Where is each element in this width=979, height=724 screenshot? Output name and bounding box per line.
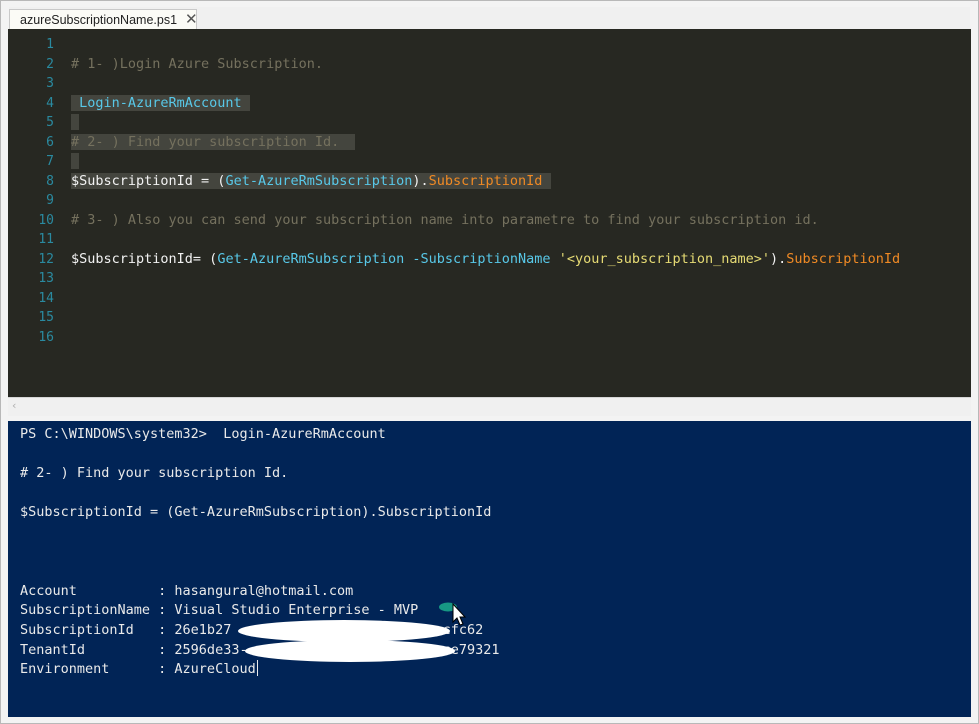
code-line[interactable] [71, 289, 971, 309]
code-line[interactable]: # 1- )Login Azure Subscription. [71, 55, 971, 75]
code-line[interactable] [71, 74, 971, 94]
code-token-comment: # 3- ) Also you can send your subscripti… [71, 211, 819, 228]
line-number: 3 [46, 76, 54, 91]
console-line: # 2- ) Find your subscription Id. [20, 464, 288, 484]
code-line[interactable] [71, 308, 971, 328]
code-line[interactable]: $SubscriptionId = (Get-AzureRmSubscripti… [71, 172, 971, 192]
console-line-text: Account : hasangural@hotmail.com [20, 582, 354, 599]
code-area[interactable]: # 1- )Login Azure Subscription. Login-Az… [71, 35, 971, 347]
line-number: 10 [38, 212, 54, 228]
code-token-plain [71, 153, 80, 169]
script-editor[interactable]: 1 2 3 4 5 6 7 8 9 10 11 12 13 14 15 16 # 1- )Login Azur… [8, 29, 971, 397]
console-line: SubscriptionName : Visual Studio Enterpr… [20, 601, 418, 621]
code-token-prop: SubscriptionId [786, 250, 901, 267]
console-line: PS C:\WINDOWS\system32> Login-AzureRmAcc… [20, 425, 386, 445]
console-line-text: SubscriptionName : Visual Studio Enterpr… [20, 602, 419, 619]
tab-bar: azureSubscriptionName.ps1 ✕ [9, 7, 970, 29]
code-token-str: '<your_subscription_name>' [558, 250, 771, 267]
line-number: 15 [38, 310, 54, 325]
line-number: 2 [46, 56, 54, 72]
tab-title: azureSubscriptionName.ps1 [20, 12, 178, 27]
line-number: 16 [38, 329, 54, 345]
console-line-text: $SubscriptionId = (Get-AzureRmSubscripti… [20, 504, 492, 521]
console-line-text: # 2- ) Find your subscription Id. [20, 465, 289, 482]
code-token-var: $SubscriptionId= ( [71, 250, 218, 267]
code-token-cmd: Login-AzureRmAccount [71, 94, 250, 111]
code-token-plain: ). [770, 250, 787, 267]
code-token-comment: # 2- ) Find your subscription Id. [71, 133, 356, 150]
code-line[interactable]: Login-AzureRmAccount [71, 94, 971, 114]
console-line-text: PS C:\WINDOWS\system32> Login-AzureRmAcc… [20, 426, 386, 442]
redaction-blob-subscription-id [238, 620, 450, 642]
line-number: 6 [46, 134, 54, 150]
code-token-prop: SubscriptionId [428, 172, 551, 189]
line-number: 14 [38, 290, 54, 306]
close-icon[interactable]: ✕ [185, 12, 198, 27]
code-token-plain [71, 114, 80, 130]
code-line[interactable] [71, 191, 971, 211]
code-line[interactable] [71, 269, 971, 289]
code-token-cmd: Get-AzureRmSubscription [225, 172, 413, 189]
line-number: 12 [38, 251, 54, 267]
code-token-cmd: -SubscriptionName [412, 250, 551, 267]
code-line[interactable] [71, 230, 971, 250]
code-token-plain: ). [412, 172, 429, 189]
line-number-gutter: 1 2 3 4 5 6 7 8 9 10 11 12 13 14 15 16 [8, 35, 54, 347]
text-caret [256, 660, 258, 677]
console-line: Account : hasangural@hotmail.com [20, 582, 353, 602]
line-number: 5 [46, 115, 54, 130]
line-number: 8 [46, 173, 54, 189]
line-number: 4 [46, 95, 54, 111]
code-line[interactable]: # 2- ) Find your subscription Id. [71, 133, 971, 153]
line-number: 1 [46, 37, 54, 52]
console-line: Environment : AzureCloud [20, 660, 258, 680]
line-number: 13 [38, 271, 54, 286]
horizontal-scrollbar[interactable]: ‹ [8, 397, 971, 416]
scroll-left-icon[interactable]: ‹ [12, 399, 16, 412]
tab-azure-subscription-name[interactable]: azureSubscriptionName.ps1 ✕ [9, 9, 198, 29]
code-line[interactable] [71, 328, 971, 348]
code-line[interactable] [71, 35, 971, 55]
code-line[interactable]: # 3- ) Also you can send your subscripti… [71, 211, 971, 231]
code-line[interactable]: $SubscriptionId= (Get-AzureRmSubscriptio… [71, 250, 971, 270]
code-token-cmd: Get-AzureRmSubscription [217, 250, 405, 267]
console-pane[interactable]: PS C:\WINDOWS\system32> Login-AzureRmAcc… [8, 421, 971, 717]
line-number: 7 [46, 154, 54, 169]
line-number: 9 [46, 193, 54, 208]
code-token-var: $SubscriptionId = ( [71, 172, 226, 189]
console-line-text: Environment : AzureCloud [20, 661, 256, 678]
code-token-comment: # 1- )Login Azure Subscription. [71, 55, 323, 72]
redaction-blob-tenant-id [245, 640, 455, 662]
code-line[interactable] [71, 152, 971, 172]
console-line: $SubscriptionId = (Get-AzureRmSubscripti… [20, 503, 491, 523]
code-line[interactable] [71, 113, 971, 133]
line-number: 11 [38, 232, 54, 247]
mouse-pointer-icon [439, 602, 467, 626]
